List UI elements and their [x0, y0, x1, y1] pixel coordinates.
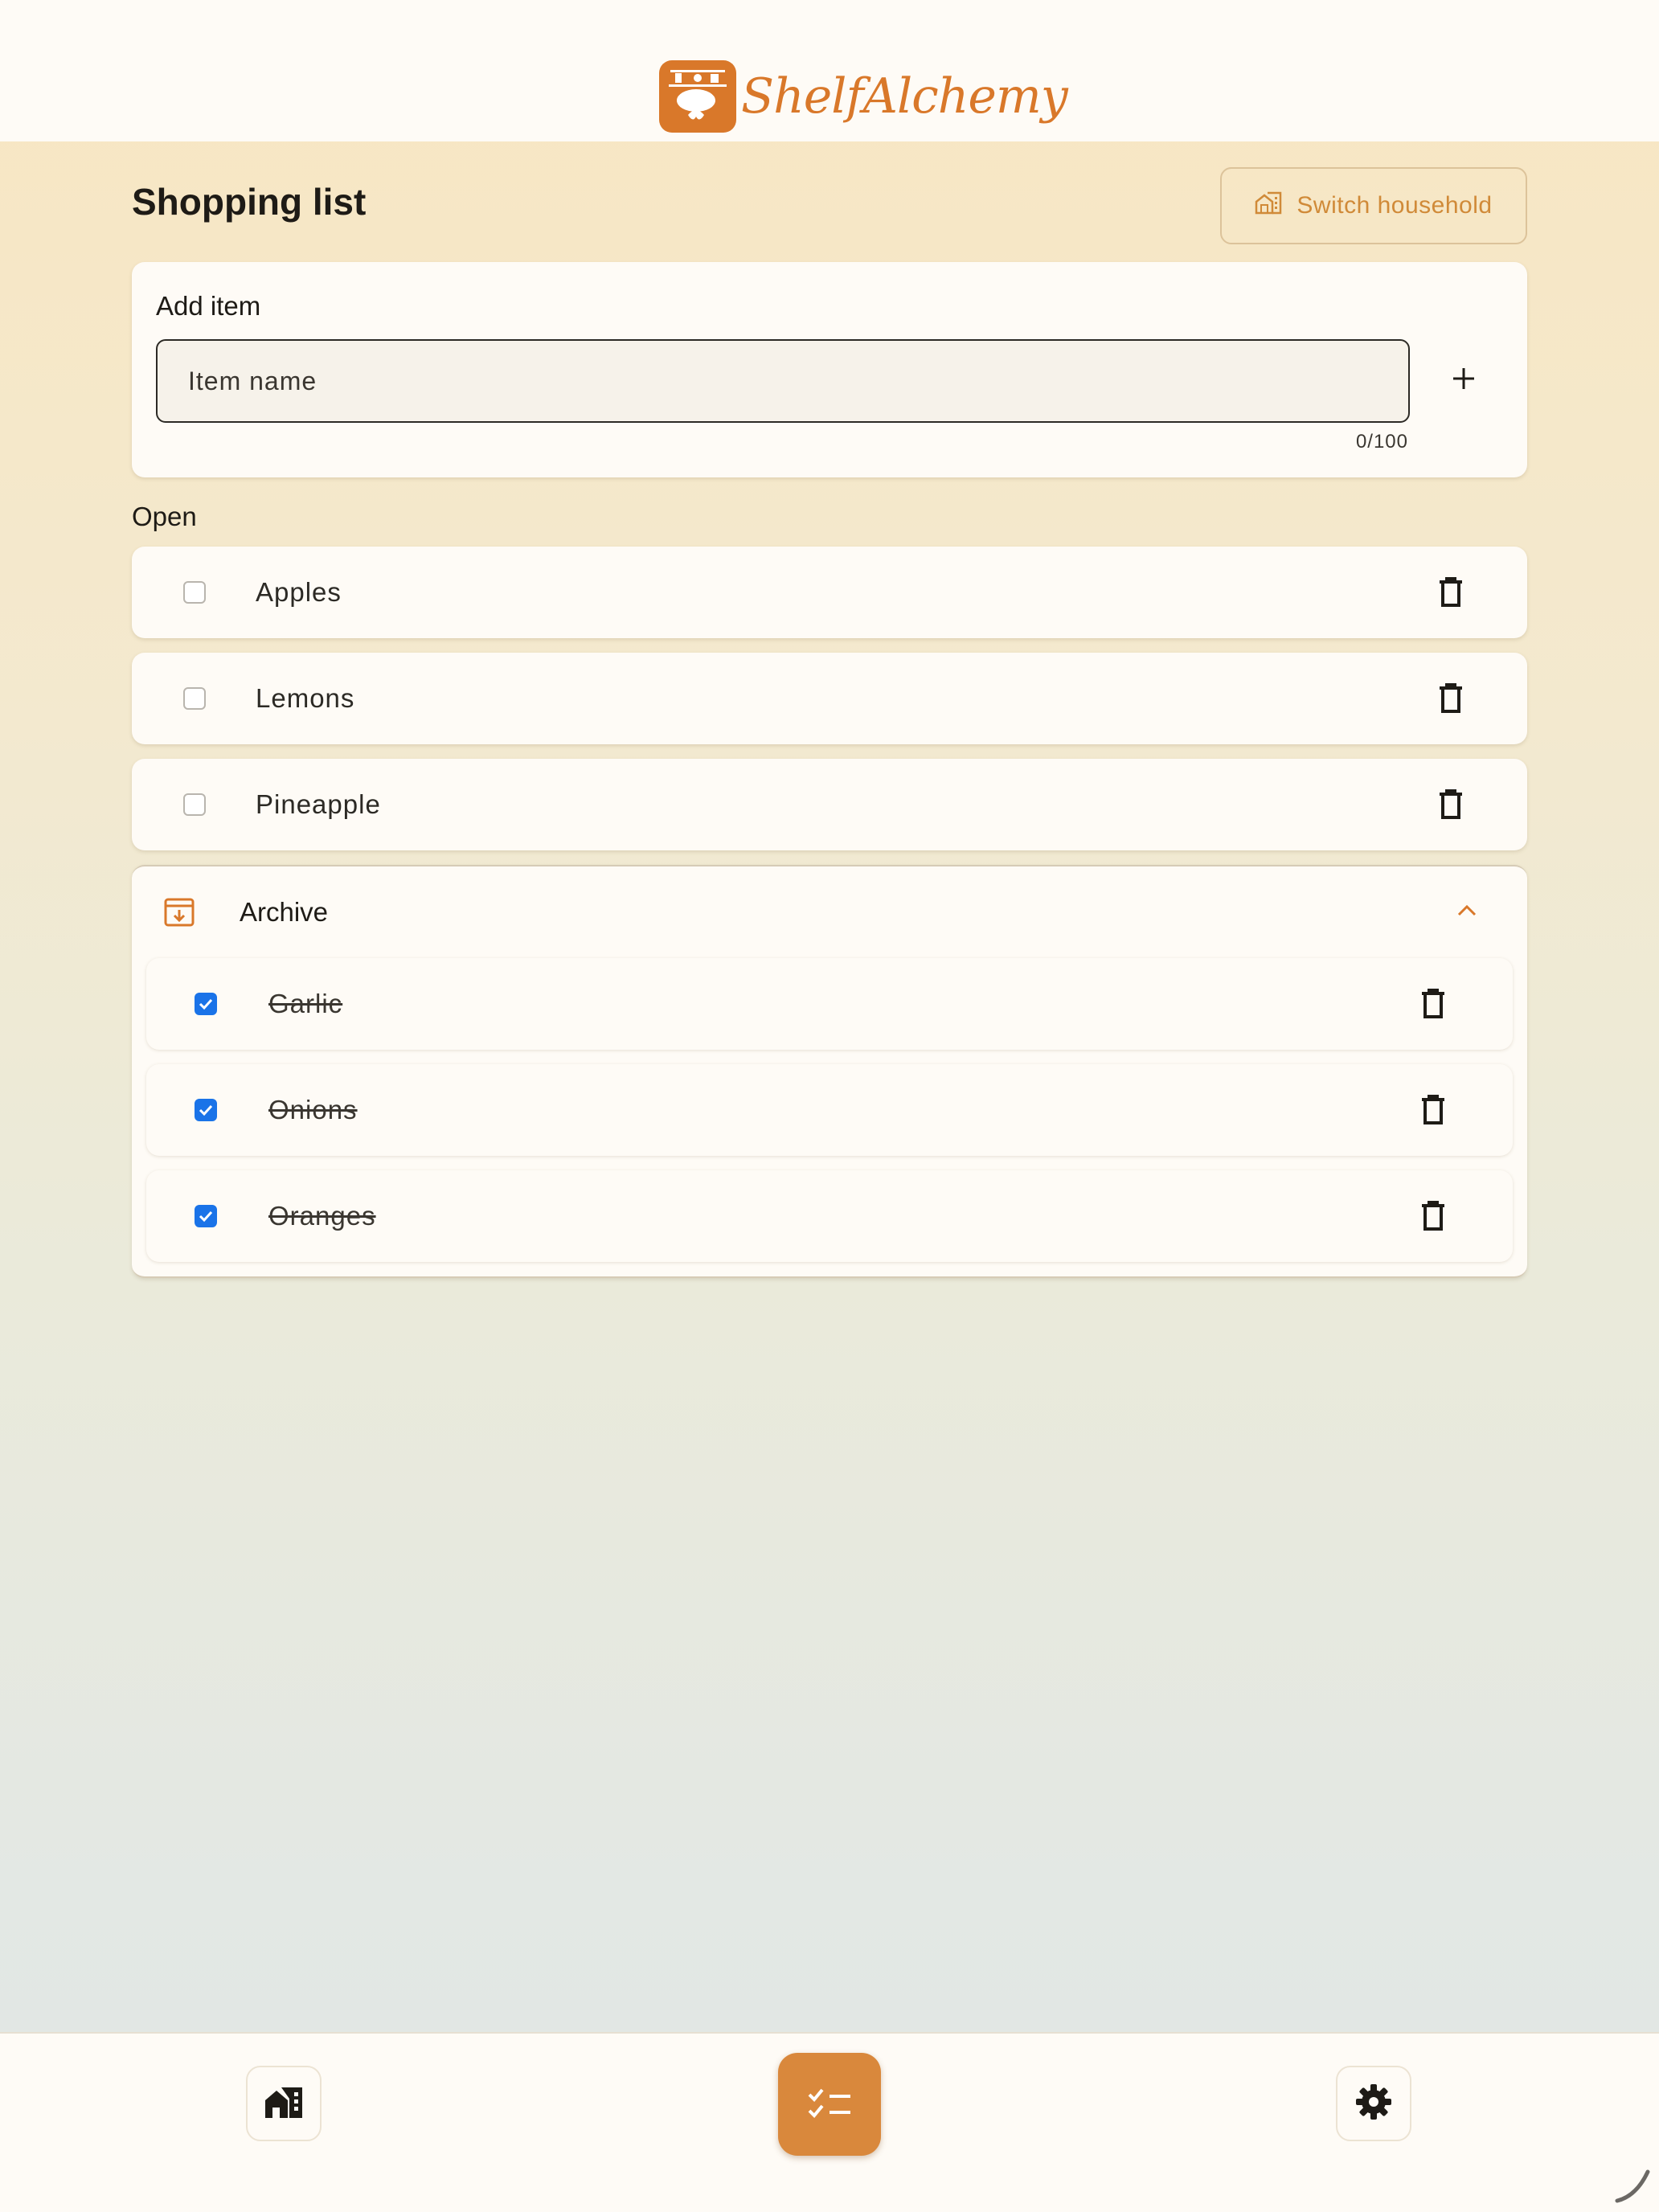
item-checkbox[interactable] — [183, 687, 206, 710]
stylus-mark-icon — [1612, 2165, 1653, 2206]
item-name: Garlic — [268, 989, 343, 1018]
item-checkbox[interactable] — [183, 581, 206, 604]
item-checkbox-checked[interactable] — [195, 1099, 217, 1121]
bottom-nav — [0, 2032, 1659, 2212]
trash-icon[interactable] — [1419, 988, 1447, 1020]
gear-icon — [1354, 2083, 1393, 2125]
nav-households-button[interactable] — [246, 2066, 322, 2141]
cauldron-icon — [659, 60, 736, 133]
item-name: Apples — [256, 577, 342, 607]
trash-icon[interactable] — [1437, 576, 1464, 608]
add-item-label: Add item — [156, 291, 261, 321]
list-item[interactable]: Lemons — [132, 653, 1527, 744]
trash-icon[interactable] — [1437, 682, 1464, 715]
top-bar: ShelfAlchemy — [0, 0, 1659, 141]
trash-icon[interactable] — [1437, 789, 1464, 821]
app-name: ShelfAlchemy — [741, 68, 1068, 125]
item-checkbox-checked[interactable] — [195, 993, 217, 1015]
checklist-icon — [807, 2085, 852, 2124]
main-content: Shopping list Switch household Add item — [132, 141, 1527, 1278]
archive-icon — [164, 897, 195, 928]
household-icon — [1255, 190, 1282, 221]
archived-item[interactable]: Oranges — [146, 1170, 1513, 1262]
archive-title: Archive — [240, 897, 329, 927]
archive-panel: Archive Garlic Onions Oranges — [132, 865, 1527, 1278]
item-name: Pineapple — [256, 789, 381, 819]
chevron-up-icon[interactable] — [1455, 899, 1479, 923]
page-header: Shopping list Switch household — [132, 141, 1527, 262]
add-item-button[interactable] — [1436, 352, 1492, 408]
item-name: Onions — [268, 1095, 358, 1124]
page-title: Shopping list — [132, 181, 367, 223]
item-name-input[interactable] — [156, 339, 1410, 423]
list-item[interactable]: Apples — [132, 547, 1527, 638]
nav-settings-button[interactable] — [1336, 2066, 1411, 2141]
trash-icon[interactable] — [1419, 1094, 1447, 1126]
archive-header[interactable]: Archive — [146, 866, 1513, 958]
trash-icon[interactable] — [1419, 1200, 1447, 1232]
item-checkbox-checked[interactable] — [195, 1205, 217, 1227]
app-logo: ShelfAlchemy — [659, 58, 1068, 135]
household-icon — [264, 2084, 304, 2124]
switch-household-label: Switch household — [1296, 192, 1493, 219]
archived-item[interactable]: Garlic — [146, 958, 1513, 1050]
archived-item[interactable]: Onions — [146, 1064, 1513, 1156]
plus-icon — [1451, 366, 1477, 395]
item-checkbox[interactable] — [183, 793, 206, 816]
open-list: Apples Lemons Pineapple — [132, 547, 1527, 850]
open-section-label: Open — [132, 502, 197, 531]
item-name: Lemons — [256, 683, 355, 713]
nav-shopping-list-button[interactable] — [778, 2053, 881, 2156]
list-item[interactable]: Pineapple — [132, 759, 1527, 850]
character-counter: 0/100 — [1355, 431, 1408, 453]
switch-household-button[interactable]: Switch household — [1220, 167, 1527, 244]
item-name: Oranges — [268, 1201, 376, 1231]
add-item-card: Add item 0/100 — [132, 262, 1527, 477]
